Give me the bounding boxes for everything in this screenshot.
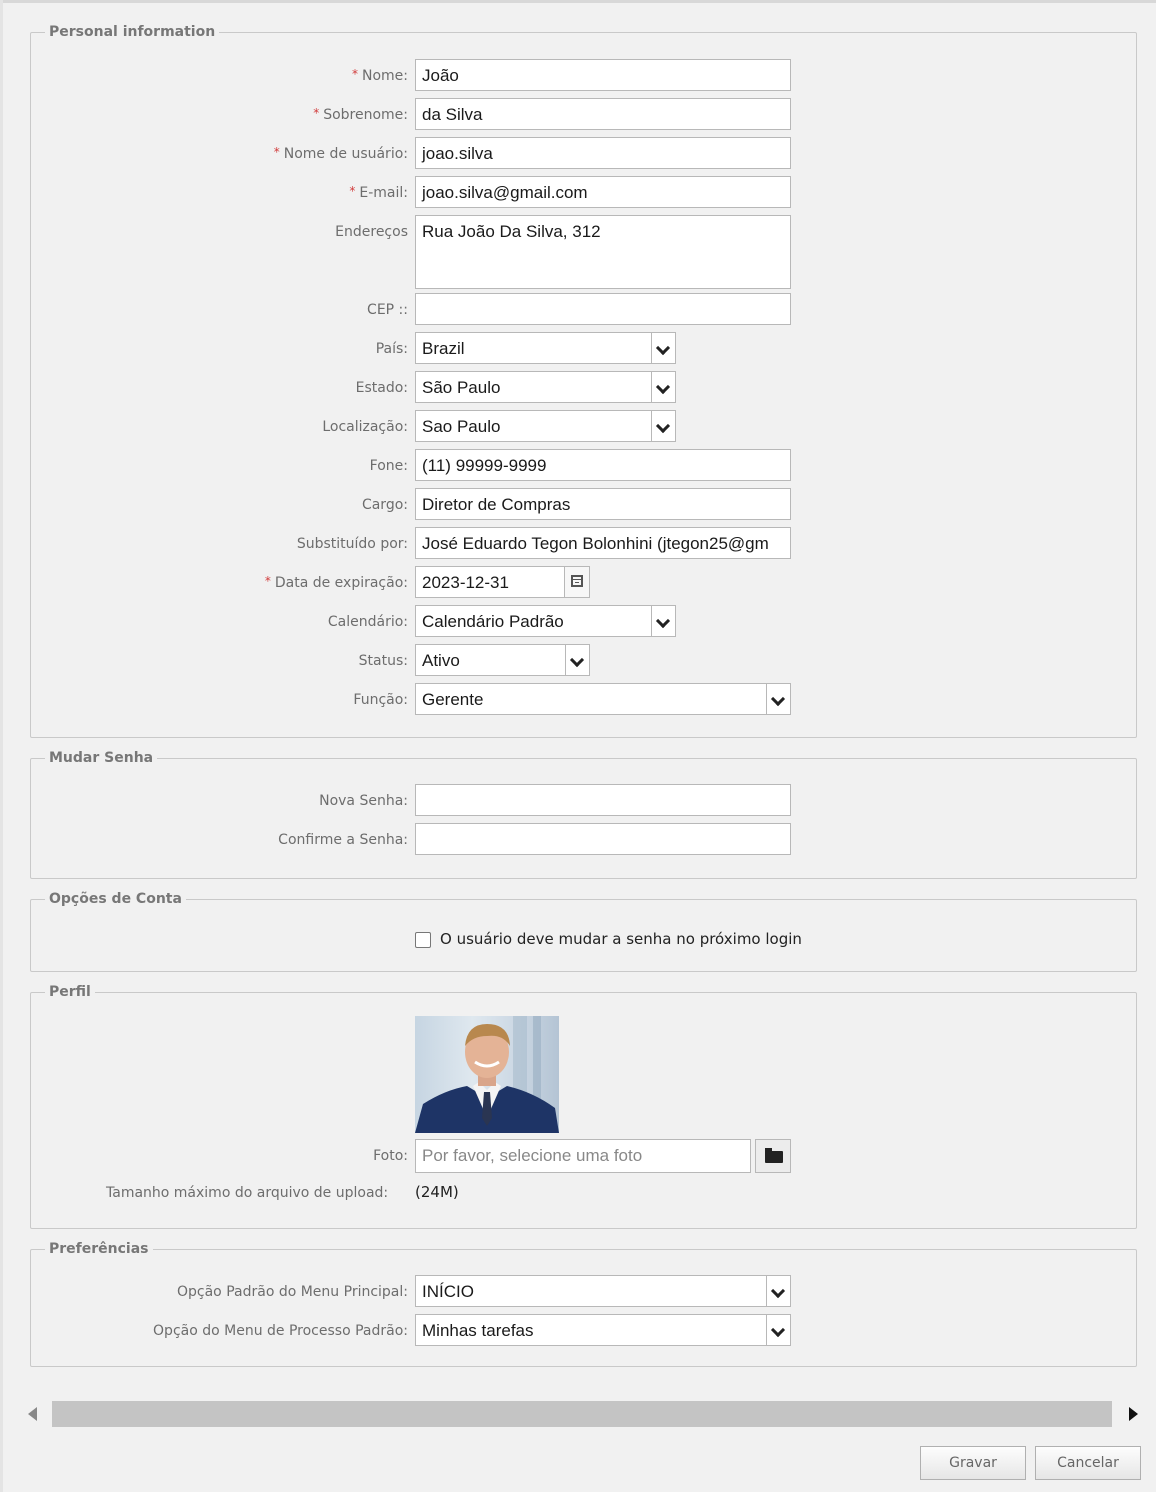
- status-value: Ativo: [422, 651, 460, 670]
- calendario-value: Calendário Padrão: [422, 612, 564, 631]
- browse-photo-button[interactable]: [755, 1139, 791, 1173]
- estado-label: Estado:: [355, 380, 408, 396]
- must-change-password-label: O usuário deve mudar a senha no próximo …: [440, 930, 802, 948]
- main-menu-default-label: Opção Padrão do Menu Principal:: [177, 1284, 408, 1300]
- enderecos-textarea[interactable]: Rua João Da Silva, 312: [415, 215, 791, 289]
- chevron-down-icon[interactable]: [651, 333, 675, 363]
- window-top-border: [0, 0, 1156, 3]
- pais-label: País:: [375, 341, 408, 357]
- funcao-label: Função:: [353, 692, 408, 708]
- confirm-password-label: Confirme a Senha:: [278, 832, 408, 848]
- photo-input-placeholder: Por favor, selecione uma foto: [422, 1146, 643, 1165]
- section-legend: Mudar Senha: [49, 750, 154, 766]
- cargo-label: Cargo:: [361, 497, 408, 513]
- funcao-select[interactable]: Gerente: [415, 683, 791, 715]
- save-button[interactable]: Gravar: [920, 1446, 1026, 1480]
- upload-size-label: Tamanho máximo do arquivo de upload:: [106, 1185, 389, 1201]
- new-password-input[interactable]: [415, 784, 791, 816]
- expiracao-label: * Data de expiração:: [264, 574, 408, 591]
- fone-input[interactable]: (11) 99999-9999: [415, 449, 791, 481]
- nome-input[interactable]: João: [415, 59, 791, 91]
- username-input[interactable]: joao.silva: [415, 137, 791, 169]
- required-mark: *: [264, 574, 271, 588]
- required-mark: *: [313, 106, 320, 120]
- new-password-label: Nova Senha:: [319, 793, 408, 809]
- calendario-label: Calendário:: [327, 614, 408, 630]
- arrow-right-icon[interactable]: [1129, 1407, 1138, 1421]
- cep-input[interactable]: [415, 293, 791, 325]
- upload-size-value: (24M): [415, 1183, 459, 1201]
- sobrenome-label: * Sobrenome:: [313, 106, 408, 123]
- arrow-left-icon[interactable]: [28, 1407, 37, 1421]
- cancel-button[interactable]: Cancelar: [1035, 1446, 1141, 1480]
- process-menu-default-select[interactable]: Minhas tarefas: [415, 1314, 791, 1346]
- confirm-password-input[interactable]: [415, 823, 791, 855]
- substituido-label: Substituído por:: [296, 536, 408, 552]
- calendar-icon: [571, 575, 583, 587]
- profile-photo: [415, 1016, 559, 1133]
- sobrenome-input[interactable]: da Silva: [415, 98, 791, 130]
- photo-input[interactable]: Por favor, selecione uma foto: [415, 1139, 751, 1173]
- expiracao-input[interactable]: 2023-12-31: [415, 566, 565, 598]
- chevron-down-icon[interactable]: [651, 606, 675, 636]
- substituido-input[interactable]: José Eduardo Tegon Bolonhini (jtegon25@g…: [415, 527, 791, 559]
- calendario-select[interactable]: Calendário Padrão: [415, 605, 676, 637]
- localizacao-select[interactable]: Sao Paulo: [415, 410, 676, 442]
- section-legend: Opções de Conta: [49, 891, 182, 907]
- required-mark: *: [349, 184, 356, 198]
- localizacao-label: Localização:: [322, 419, 408, 435]
- fone-label: Fone:: [369, 458, 408, 474]
- required-mark: *: [351, 67, 358, 81]
- section-legend: Preferências: [49, 1241, 149, 1257]
- estado-value: São Paulo: [422, 378, 501, 397]
- chevron-down-icon[interactable]: [651, 411, 675, 441]
- localizacao-value: Sao Paulo: [422, 417, 501, 436]
- section-legend: Personal information: [49, 24, 216, 40]
- username-label: * Nome de usuário:: [273, 145, 408, 162]
- enderecos-label: Endereços: [335, 224, 408, 240]
- email-label: * E-mail:: [349, 184, 408, 201]
- pais-select[interactable]: Brazil: [415, 332, 676, 364]
- chevron-down-icon[interactable]: [766, 1276, 790, 1306]
- main-menu-default-value: INÍCIO: [422, 1282, 474, 1301]
- chevron-down-icon[interactable]: [766, 1315, 790, 1345]
- section-legend: Perfil: [49, 984, 91, 1000]
- cep-label: CEP ::: [367, 302, 408, 318]
- must-change-password-checkbox[interactable]: [415, 932, 431, 948]
- process-menu-default-value: Minhas tarefas: [422, 1321, 534, 1340]
- required-mark: *: [273, 145, 280, 159]
- calendar-button[interactable]: [564, 566, 590, 598]
- process-menu-default-label: Opção do Menu de Processo Padrão:: [153, 1323, 408, 1339]
- cargo-input[interactable]: Diretor de Compras: [415, 488, 791, 520]
- email-input[interactable]: joao.silva@gmail.com: [415, 176, 791, 208]
- chevron-down-icon[interactable]: [651, 372, 675, 402]
- main-menu-default-select[interactable]: INÍCIO: [415, 1275, 791, 1307]
- chevron-down-icon[interactable]: [766, 684, 790, 714]
- status-label: Status:: [358, 653, 408, 669]
- status-select[interactable]: Ativo: [415, 644, 590, 676]
- pais-value: Brazil: [422, 339, 465, 358]
- nome-label: * Nome:: [351, 67, 408, 84]
- photo-label: Foto:: [373, 1148, 408, 1164]
- estado-select[interactable]: São Paulo: [415, 371, 676, 403]
- chevron-down-icon[interactable]: [565, 645, 589, 675]
- horizontal-scrollbar[interactable]: [52, 1401, 1112, 1427]
- folder-icon: [765, 1148, 783, 1163]
- funcao-value: Gerente: [422, 690, 484, 709]
